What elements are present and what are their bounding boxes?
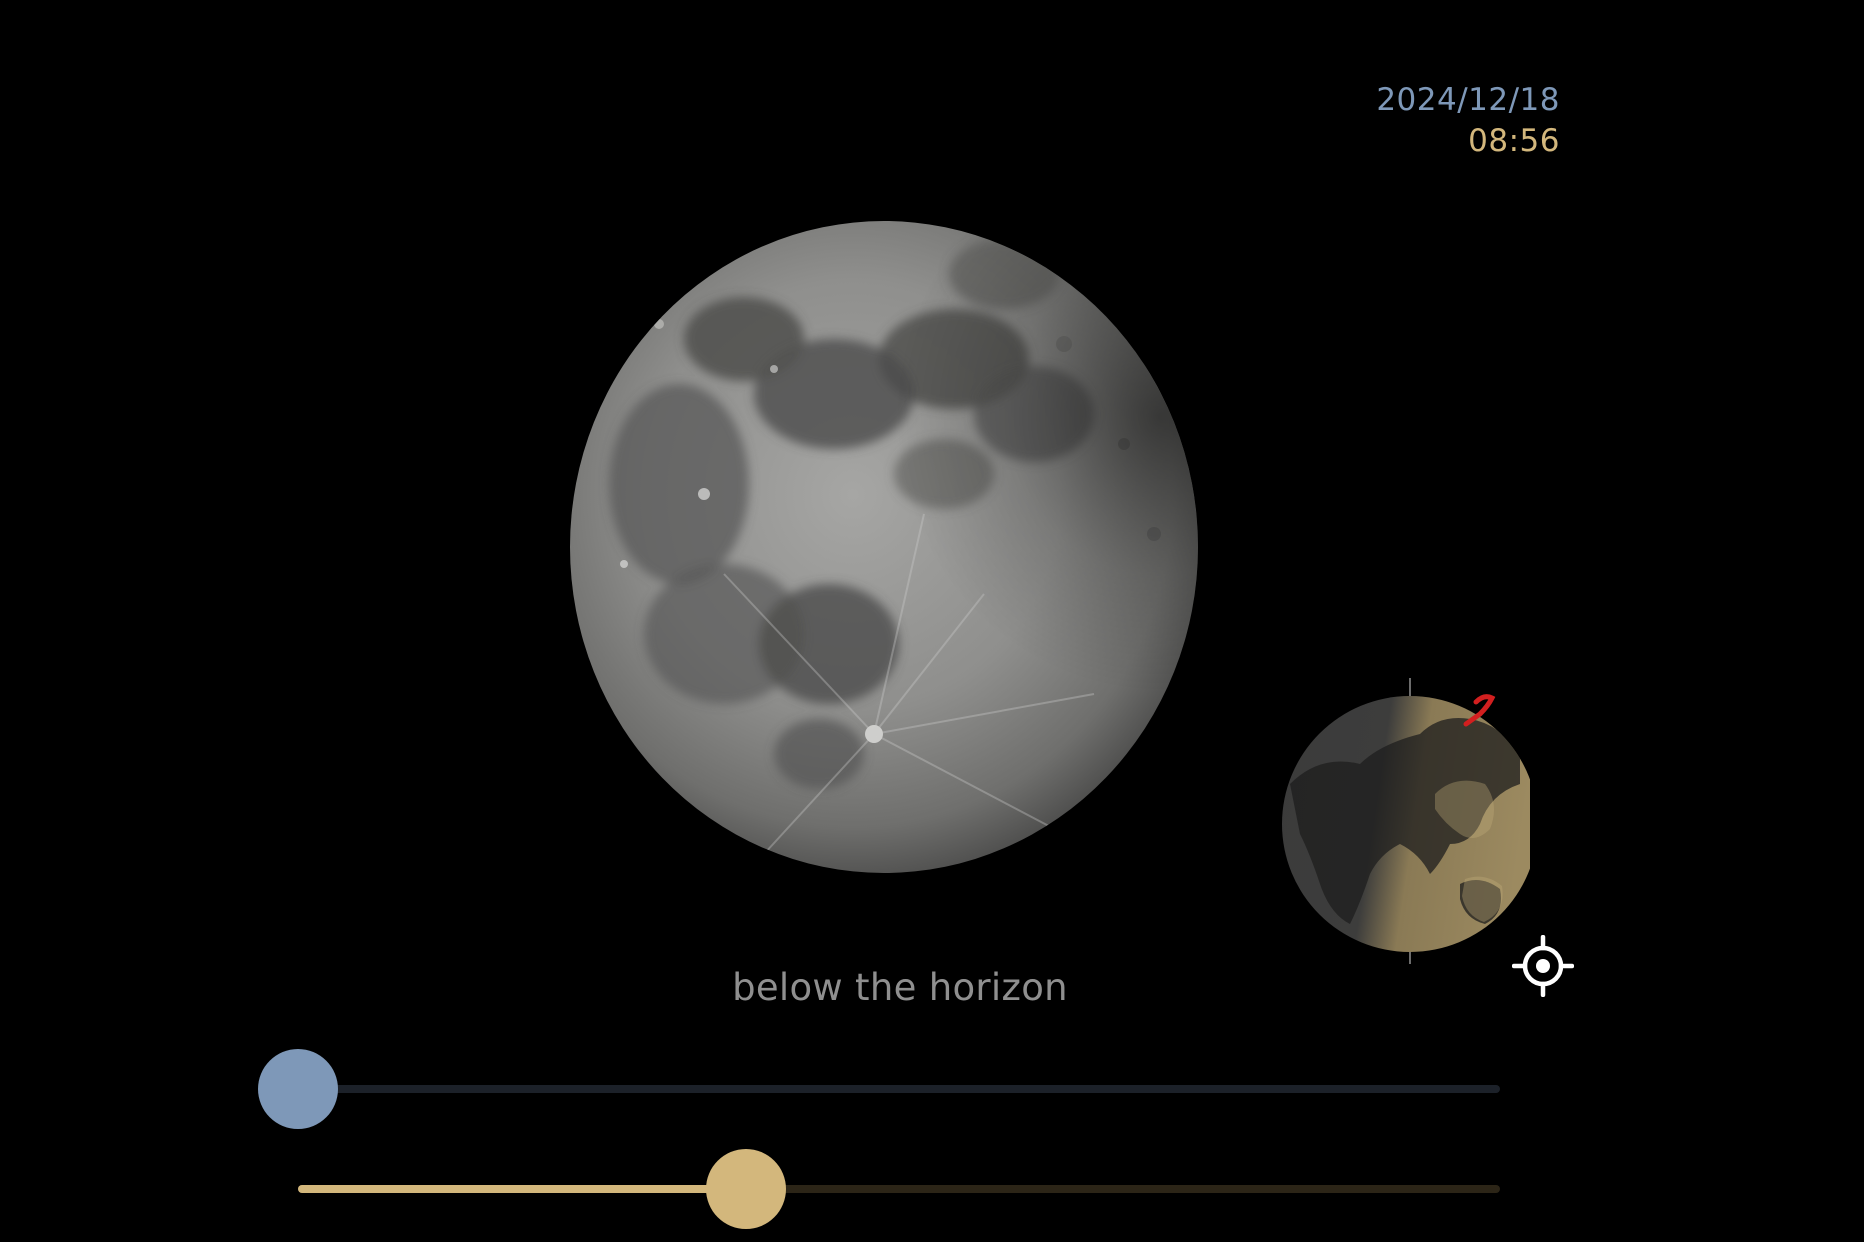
- date-slider-thumb[interactable]: [258, 1049, 338, 1129]
- visibility-status: below the horizon: [732, 966, 1068, 1009]
- time-slider-thumb[interactable]: [706, 1149, 787, 1229]
- moon-image: [570, 221, 1198, 873]
- time-slider-fill: [298, 1185, 747, 1193]
- moon-viewer-screen: 2024/12/18 08:56 below the horizon: [0, 0, 1864, 1242]
- date-label: 2024/12/18: [1376, 82, 1560, 118]
- date-slider-track[interactable]: [298, 1085, 1500, 1093]
- earth-globe: [1282, 678, 1530, 964]
- time-label: 08:56: [1468, 123, 1560, 159]
